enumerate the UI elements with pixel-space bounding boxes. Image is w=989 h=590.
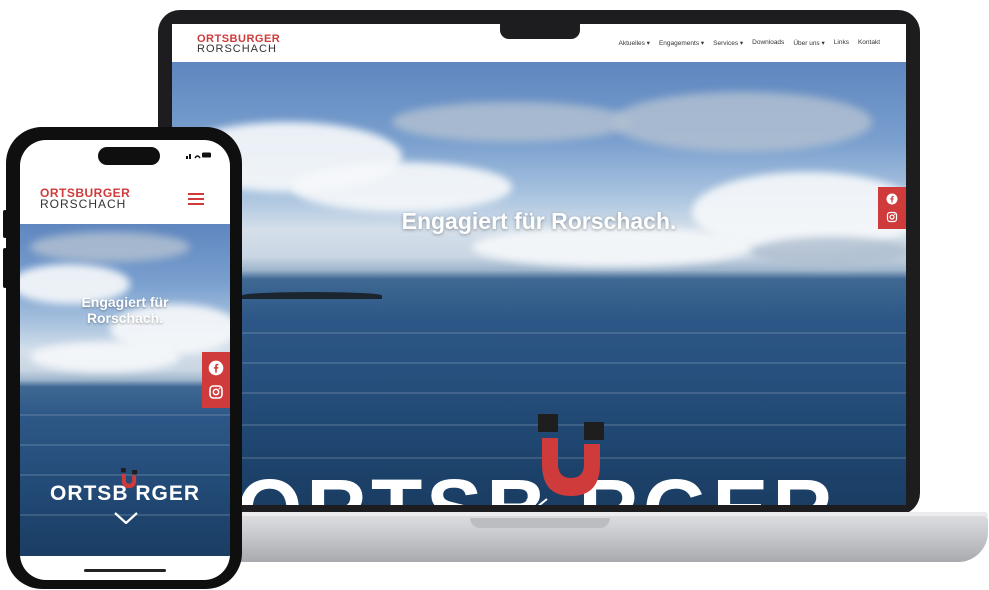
cloud [392, 102, 632, 142]
phone-dynamic-island [98, 147, 160, 165]
mobile-hero: Engagiert für Rorschach. ORTSB RGER [20, 224, 230, 556]
mobile-website: ORTSBURGER RORSCHACH Engagiert für Rorsc… [20, 140, 230, 580]
wave [20, 444, 230, 446]
hero-headline-line2: Rorschach. [86, 310, 164, 326]
signal-wifi-battery-icon [186, 152, 211, 159]
wave [172, 392, 906, 394]
nav-item-aktuelles[interactable]: Aktuelles ▾ [619, 39, 650, 47]
chevron-down-icon[interactable] [526, 498, 548, 505]
nav-item-kontakt[interactable]: Kontakt [858, 39, 880, 47]
desktop-main-menu: Aktuelles ▾ Engagements ▾ Services ▾ Dow… [619, 39, 881, 47]
wave [172, 362, 906, 364]
wave [20, 414, 230, 416]
hero-headline: Engagiert für Rorschach. [401, 208, 677, 234]
laptop-camera-notch [500, 24, 580, 39]
instagram-icon[interactable] [208, 384, 224, 400]
cloud [30, 342, 180, 372]
phone-home-indicator [84, 569, 166, 572]
chevron-down-icon[interactable] [114, 512, 138, 524]
mobile-logo[interactable]: ORTSBURGER RORSCHACH [40, 187, 130, 211]
island-silhouette [242, 292, 382, 299]
hero-headline: Engagiert für Rorschach. [20, 294, 230, 326]
logo-line2: RORSCHACH [40, 197, 127, 211]
cloud [752, 237, 906, 267]
desktop-hero: Engagiert für Rorschach. ORTSB RGER [172, 62, 906, 505]
instagram-icon[interactable] [886, 211, 898, 223]
cloud [30, 232, 190, 262]
nav-item-ueber-uns[interactable]: Über uns ▾ [793, 39, 824, 47]
phone-status-icons [186, 151, 212, 161]
hero-headline-line1: Engagiert für [81, 294, 169, 310]
laptop-trackpad-notch [470, 518, 610, 528]
facebook-icon[interactable] [208, 360, 224, 376]
cloud [292, 162, 512, 212]
logo-line2: RORSCHACH [197, 43, 277, 55]
nav-item-downloads[interactable]: Downloads [752, 39, 784, 47]
nav-item-services[interactable]: Services ▾ [713, 39, 743, 47]
nav-item-links[interactable]: Links [834, 39, 849, 47]
desktop-logo[interactable]: ORTSBURGER RORSCHACH [197, 34, 280, 55]
nav-item-engagements[interactable]: Engagements ▾ [659, 39, 704, 47]
facebook-icon[interactable] [886, 193, 898, 205]
magnet-u-icon [538, 414, 604, 496]
desktop-website: ORTSBURGER RORSCHACH Aktuelles ▾ Engagem… [172, 24, 906, 505]
social-sidebar [878, 187, 906, 229]
wave [172, 332, 906, 334]
hamburger-menu-icon[interactable] [188, 193, 204, 205]
cloud [612, 92, 872, 152]
magnet-u-icon [120, 468, 138, 489]
social-sidebar [202, 352, 230, 408]
